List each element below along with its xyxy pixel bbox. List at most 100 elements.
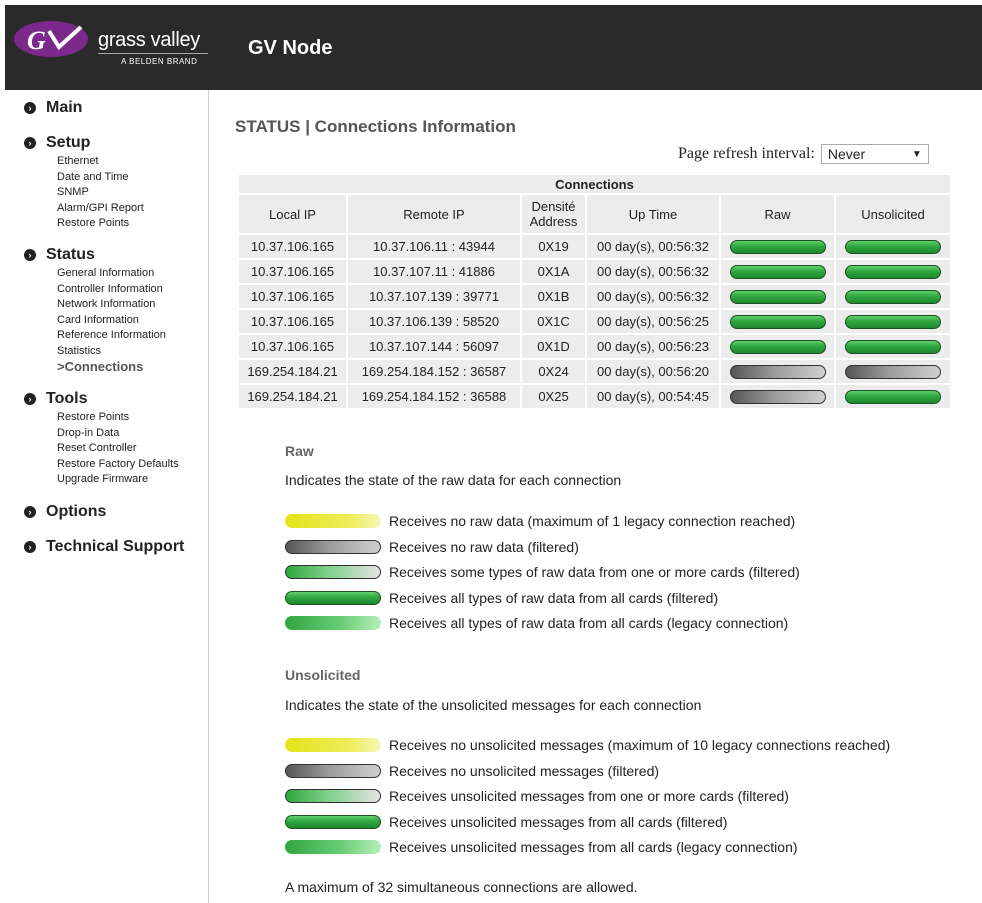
- nav-head[interactable]: › Main: [24, 99, 82, 117]
- raw-status-indicator: [729, 390, 826, 405]
- unsolicited-status-indicator: [845, 290, 941, 305]
- nav-item-restore-points[interactable]: Restore Points: [57, 216, 144, 232]
- raw-legend-swatch: [285, 590, 381, 605]
- cell-raw-status: [721, 360, 834, 383]
- raw-legend-title: Raw: [285, 443, 314, 461]
- nav-section-options[interactable]: › Options: [24, 503, 106, 521]
- table-row: 10.37.106.165 10.37.106.11 : 43944 0X19 00 …: [239, 235, 950, 258]
- raw-legend-row: Receives no raw data (maximum of 1 legac…: [285, 513, 795, 529]
- cell-remote-ip: 10.37.107.139 : 39771: [348, 285, 520, 308]
- raw-status-indicator: [729, 290, 826, 305]
- nav-item-tools-restore-points[interactable]: Restore Points: [57, 410, 179, 426]
- unsolicited-legend-text: Receives unsolicited messages from one o…: [389, 788, 789, 804]
- nav-item-reference-info[interactable]: Reference Information: [57, 328, 166, 344]
- grass-valley-logo[interactable]: G grass valley A BELDEN BRAND: [13, 13, 213, 83]
- raw-legend-swatch: [285, 539, 381, 554]
- cell-up-time: 00 day(s), 00:56:32: [587, 260, 719, 283]
- nav-item-general-info[interactable]: General Information: [57, 266, 166, 282]
- raw-legend-text: Receives no raw data (filtered): [389, 538, 579, 555]
- unsolicited-status-indicator: [845, 240, 941, 255]
- nav-section-status[interactable]: › Status General Information Controller I…: [24, 246, 166, 375]
- unsolicited-legend-swatch: [285, 738, 381, 752]
- unsol-legend-title: Unsolicited: [285, 667, 360, 685]
- chevron-right-icon: ›: [24, 137, 36, 149]
- connections-table: Connections Local IP Remote IP Densité A…: [237, 173, 952, 410]
- nav-head[interactable]: › Setup: [24, 134, 144, 152]
- sidebar: › Main › Setup Ethernet Date and Time SNMP…: [0, 90, 209, 903]
- table-row: 10.37.106.165 10.37.106.139 : 58520 0X1C 00…: [239, 310, 950, 333]
- cell-raw-status: [721, 335, 834, 358]
- nav-item-drop-in-data[interactable]: Drop-in Data: [57, 426, 179, 442]
- nav-item-network-info[interactable]: Network Information: [57, 297, 166, 313]
- refresh-interval-select[interactable]: Never ▼: [820, 144, 929, 164]
- nav-section-technical-support[interactable]: › Technical Support: [24, 538, 184, 556]
- unsolicited-legend-swatch: [285, 763, 381, 778]
- raw-legend-row: Receives some types of raw data from one…: [285, 564, 800, 580]
- nav-item-date-time[interactable]: Date and Time: [57, 170, 144, 186]
- nav-item-card-info[interactable]: Card Information: [57, 313, 166, 329]
- nav-item-snmp[interactable]: SNMP: [57, 185, 144, 201]
- raw-status-indicator: [729, 240, 826, 255]
- cell-remote-ip: 169.254.184.152 : 36587: [348, 360, 520, 383]
- cell-unsolicited-status: [836, 385, 950, 408]
- col-densite-address-label: Densité Address: [529, 199, 578, 229]
- cell-local-ip: 10.37.106.165: [239, 235, 346, 258]
- raw-legend-swatch: [285, 565, 381, 579]
- nav-item-ethernet[interactable]: Ethernet: [57, 154, 144, 170]
- nav-head[interactable]: › Technical Support: [24, 538, 184, 556]
- chevron-right-icon: ›: [24, 102, 36, 114]
- raw-legend-text: Receives all types of raw data from all …: [389, 615, 789, 631]
- cell-remote-ip: 10.37.107.144 : 56097: [348, 335, 520, 358]
- chevron-right-icon: ›: [24, 393, 36, 405]
- cell-unsolicited-status: [836, 285, 950, 308]
- unsolicited-legend-swatch: [285, 840, 381, 854]
- page-title: STATUS | Connections Information: [235, 117, 516, 136]
- nav-item-upgrade-firmware[interactable]: Upgrade Firmware: [57, 472, 179, 488]
- nav-head[interactable]: › Status: [24, 246, 166, 264]
- nav-head[interactable]: › Options: [24, 503, 106, 521]
- unsolicited-legend-text: Receives unsolicited messages from all c…: [389, 813, 728, 830]
- raw-legend-swatch: [285, 514, 381, 528]
- cell-up-time: 00 day(s), 00:56:32: [587, 285, 719, 308]
- nav-head-label: Main: [46, 99, 83, 116]
- unsolicited-legend-row: Receives unsolicited messages from all c…: [285, 839, 798, 855]
- raw-description: Indicates the state of the raw data for …: [285, 472, 622, 488]
- logo-wordmark: grass valley: [98, 29, 200, 51]
- cell-up-time: 00 day(s), 00:56:23: [587, 335, 719, 358]
- nav-head-label: Options: [46, 503, 107, 520]
- nav-section-tools[interactable]: › Tools Restore Points Drop-in Data Reset…: [24, 390, 179, 488]
- raw-legend-text: Receives no raw data (maximum of 1 legac…: [389, 513, 796, 529]
- cell-address: 0X19: [522, 235, 585, 258]
- nav-section-setup[interactable]: › Setup Ethernet Date and Time SNMP Alarm…: [24, 134, 144, 232]
- chevron-right-icon: ›: [24, 541, 36, 553]
- cell-unsolicited-status: [836, 335, 950, 358]
- table-row: 10.37.106.165 10.37.107.144 : 56097 0X1D 00…: [239, 335, 950, 358]
- nav-head-label: Setup: [46, 134, 91, 151]
- svg-text:G: G: [27, 26, 46, 55]
- logo-subtitle: A BELDEN BRAND: [121, 57, 198, 66]
- nav-item-statistics[interactable]: Statistics: [57, 344, 166, 360]
- table-row: 10.37.106.165 10.37.107.139 : 39771 0X1B 00…: [239, 285, 950, 308]
- dropdown-arrow-icon: ▼: [911, 148, 922, 160]
- nav-section-main[interactable]: › Main: [24, 99, 82, 117]
- nav-head[interactable]: › Tools: [24, 390, 179, 408]
- top-header: G grass valley A BELDEN BRAND GV Node: [5, 5, 982, 90]
- nav-item-alarm-gpi[interactable]: Alarm/GPI Report: [57, 201, 144, 217]
- table-caption: Connections: [239, 175, 950, 193]
- cell-address: 0X25: [522, 385, 585, 408]
- chevron-right-icon: ›: [24, 249, 36, 261]
- cell-unsolicited-status: [836, 235, 950, 258]
- unsolicited-status-indicator: [845, 340, 941, 355]
- unsolicited-legend-swatch: [285, 814, 381, 829]
- nav-item-connections[interactable]: >Connections: [57, 359, 166, 375]
- raw-status-indicator: [729, 315, 826, 330]
- nav-item-reset-controller[interactable]: Reset Controller: [57, 441, 179, 457]
- cell-up-time: 00 day(s), 00:56:20: [587, 360, 719, 383]
- cell-unsolicited-status: [836, 260, 950, 283]
- nav-item-restore-factory[interactable]: Restore Factory Defaults: [57, 457, 179, 473]
- nav-item-controller-info[interactable]: Controller Information: [57, 282, 166, 298]
- cell-remote-ip: 169.254.184.152 : 36588: [348, 385, 520, 408]
- unsolicited-title: Unsolicited: [285, 667, 361, 683]
- unsolicited-status-indicator: [845, 365, 941, 380]
- cell-remote-ip: 10.37.106.139 : 58520: [348, 310, 520, 333]
